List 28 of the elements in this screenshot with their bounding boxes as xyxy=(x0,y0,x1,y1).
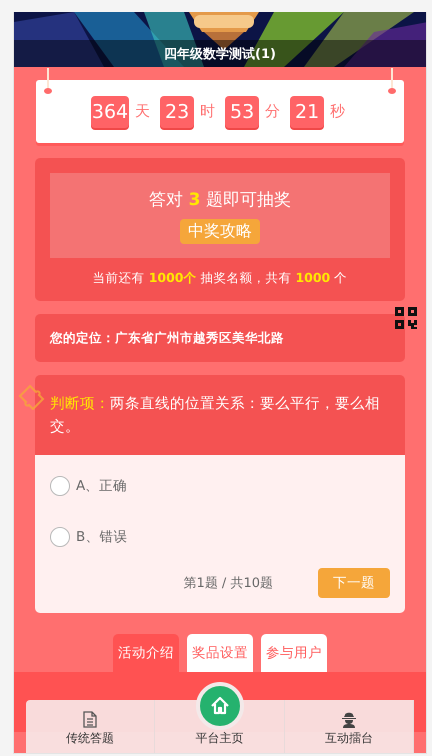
answer-option[interactable]: B、错误 xyxy=(50,511,390,562)
tab[interactable]: 奖品设置 xyxy=(187,634,253,672)
countdown-number: 23 xyxy=(160,96,194,128)
question-text: 判断项：两条直线的位置关系：要么平行，要么相交。 xyxy=(49,395,381,437)
home-icon xyxy=(209,695,231,717)
answer-option[interactable]: A、正确 xyxy=(50,460,390,511)
hanging-string xyxy=(388,68,396,95)
document-icon xyxy=(83,711,98,728)
countdown-unit: 秒 xyxy=(330,102,346,121)
tab[interactable]: 活动介绍 xyxy=(113,634,179,672)
tab[interactable]: 参与用户 xyxy=(261,634,327,672)
page-title: 四年级数学测试(1) xyxy=(164,46,276,62)
countdown-unit: 分 xyxy=(265,102,280,121)
countdown-number: 364 xyxy=(90,96,130,128)
countdown-number: 21 xyxy=(290,96,324,128)
radio-button[interactable] xyxy=(50,476,70,496)
radio-button[interactable] xyxy=(50,526,70,546)
countdown-unit: 时 xyxy=(200,102,216,121)
spy-icon xyxy=(340,711,357,728)
home-button[interactable] xyxy=(196,682,244,730)
nav-item[interactable]: 传统答题 xyxy=(26,700,156,753)
location-text: 您的定位：广东省广州市越秀区美华北路 xyxy=(50,330,284,346)
nav-item[interactable]: 互动擂台 xyxy=(284,700,414,753)
qr-code-icon[interactable] xyxy=(394,306,418,330)
countdown-unit: 天 xyxy=(135,102,150,121)
countdown-number: 53 xyxy=(225,96,260,128)
prize-headline: 答对 3 题即可抽奖 xyxy=(149,188,291,210)
hanging-string xyxy=(44,68,52,95)
